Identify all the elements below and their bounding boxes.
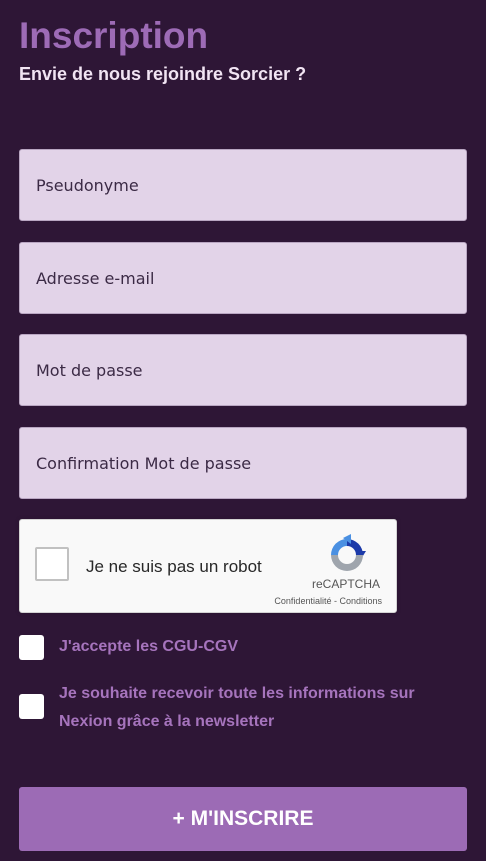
recaptcha-privacy-link[interactable]: Confidentialité <box>274 596 331 606</box>
cgu-checkbox-label[interactable]: J'accepte les CGU-CGV <box>59 633 238 661</box>
newsletter-checkbox-row: Je souhaite recevoir toute les informati… <box>19 680 467 736</box>
password-field[interactable] <box>19 334 467 406</box>
email-field[interactable] <box>19 242 467 314</box>
page-title: Inscription <box>19 15 209 56</box>
cgu-checkbox[interactable] <box>19 635 44 660</box>
username-field[interactable] <box>19 149 467 221</box>
recaptcha-widget: Je ne suis pas un robot reCAPTCHA Confid… <box>19 519 397 613</box>
newsletter-checkbox-label[interactable]: Je souhaite recevoir toute les informati… <box>59 680 429 736</box>
page-subtitle: Envie de nous rejoindre Sorcier ? <box>19 64 307 84</box>
recaptcha-icon <box>331 534 366 571</box>
recaptcha-terms-link[interactable]: Conditions <box>339 596 382 606</box>
newsletter-checkbox[interactable] <box>19 694 44 719</box>
signup-submit-button[interactable]: + M'INSCRIRE <box>19 787 467 851</box>
recaptcha-label: Je ne suis pas un robot <box>86 557 262 576</box>
recaptcha-brand: reCAPTCHA <box>311 577 380 591</box>
cgu-checkbox-row: J'accepte les CGU-CGV <box>19 635 467 663</box>
recaptcha-checkbox[interactable] <box>35 547 69 581</box>
recaptcha-links: Confidentialité - Conditions <box>274 596 382 607</box>
password-confirm-field[interactable] <box>19 427 467 499</box>
